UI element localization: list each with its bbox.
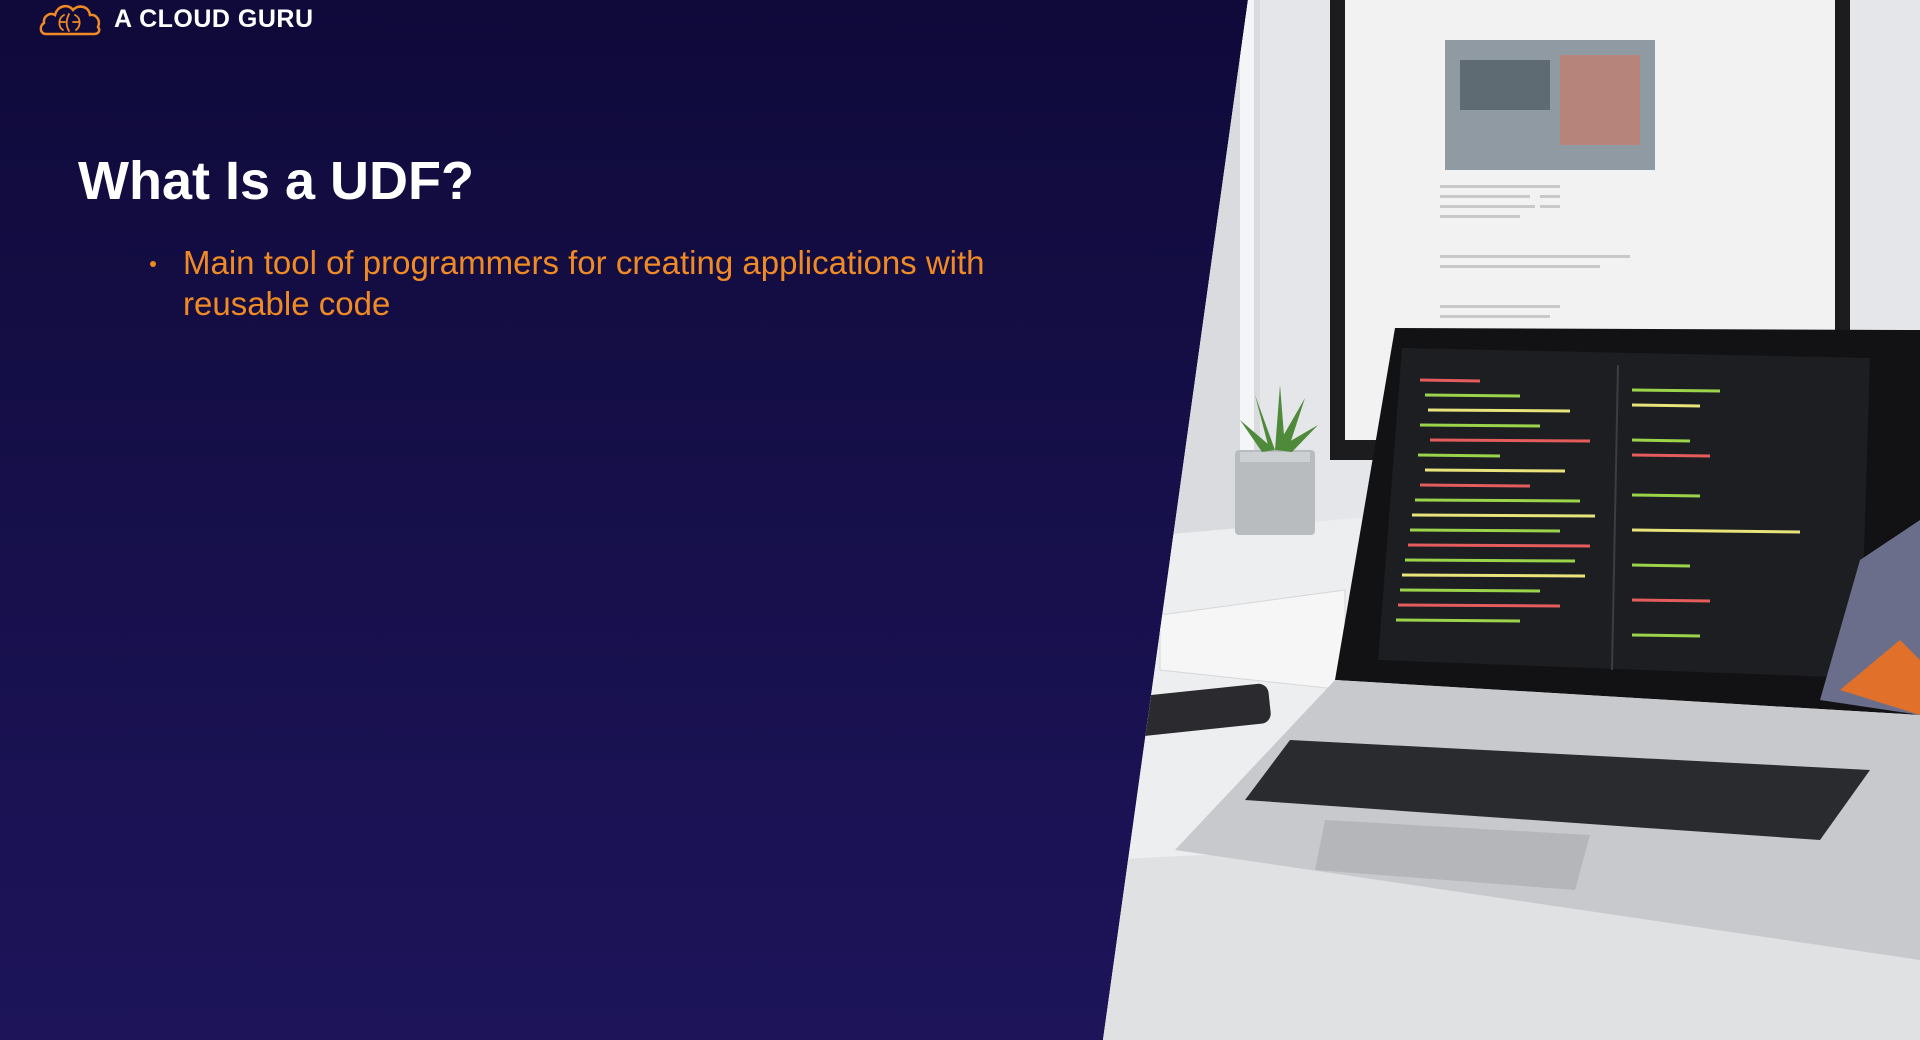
brand-name: A CLOUD GURU xyxy=(114,4,314,33)
slide-title: What Is a UDF? xyxy=(78,151,475,211)
brand-header: A CLOUD GURU xyxy=(38,0,314,38)
cloud-brain-icon xyxy=(39,4,101,36)
bullet-text: Main tool of programmers for creating ap… xyxy=(183,244,985,322)
bullet-dot-icon xyxy=(150,261,156,267)
bullet-item: Main tool of programmers for creating ap… xyxy=(150,242,1050,324)
bullet-list: Main tool of programmers for creating ap… xyxy=(150,242,1050,324)
